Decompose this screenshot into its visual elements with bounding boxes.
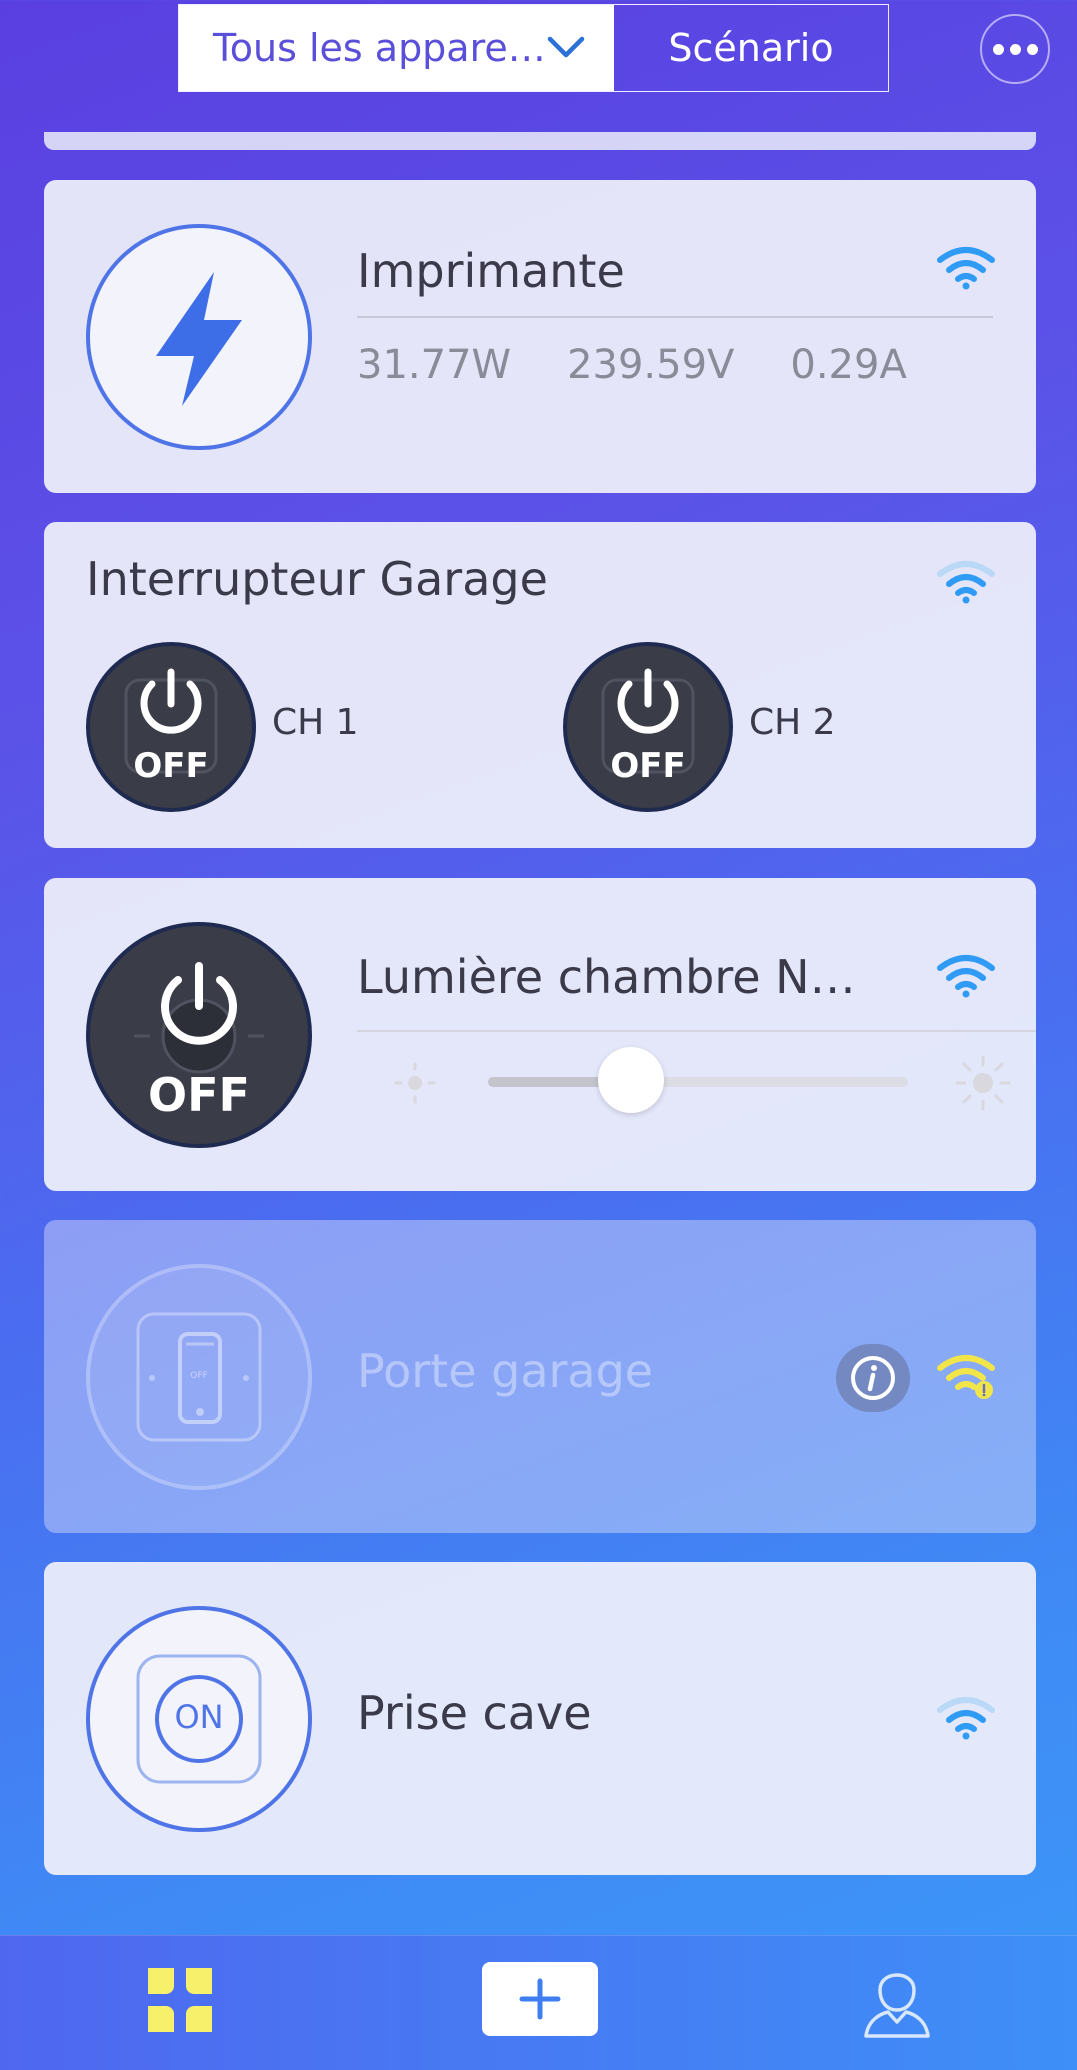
- wifi-icon: [937, 247, 995, 290]
- more-options-button[interactable]: [980, 14, 1050, 84]
- user-icon[interactable]: [860, 1960, 934, 2040]
- power-metrics: 31.77W 239.59V 0.29A: [357, 342, 907, 388]
- power-value: 31.77W: [357, 342, 512, 388]
- channel-label: CH 1: [272, 702, 359, 743]
- scenario-tab[interactable]: Scénario: [614, 5, 888, 91]
- brightness-low-icon: [394, 1062, 436, 1104]
- device-filter-dropdown[interactable]: Tous les appare…: [179, 5, 614, 91]
- chevron-down-icon: [547, 36, 585, 58]
- voltage-value: 239.59V: [567, 342, 735, 388]
- device-name: Imprimante: [357, 244, 625, 298]
- dot-icon: [1026, 43, 1038, 55]
- dot-icon: [992, 43, 1004, 55]
- bottom-tab-bar: [0, 1935, 1077, 2070]
- previous-card-edge: [44, 132, 1036, 150]
- add-device-button[interactable]: [482, 1962, 598, 2036]
- device-name: Interrupteur Garage: [86, 552, 548, 606]
- view-selector: Tous les appare… Scénario: [178, 4, 889, 92]
- wifi-icon: [937, 955, 995, 998]
- device-card-prise-cave[interactable]: ON Prise cave: [44, 1562, 1036, 1875]
- device-name: Prise cave: [357, 1686, 592, 1740]
- power-meter-button[interactable]: [86, 224, 312, 450]
- brightness-slider-handle[interactable]: [597, 1047, 664, 1113]
- device-name: Porte garage: [357, 1344, 654, 1398]
- devices-grid-icon[interactable]: [144, 1964, 216, 2036]
- lightning-bolt-icon: [156, 272, 242, 406]
- brightness-slider-track[interactable]: [488, 1077, 908, 1087]
- wifi-icon: [937, 1697, 995, 1740]
- wifi-icon: [937, 561, 995, 604]
- device-filter-label: Tous les appare…: [213, 26, 546, 70]
- door-switch-text: OFF: [190, 1371, 208, 1381]
- top-bar: Tous les appare… Scénario: [0, 0, 1077, 100]
- channel-2-toggle[interactable]: OFF: [563, 642, 733, 812]
- socket-power-toggle[interactable]: ON: [86, 1606, 312, 1832]
- channel-state: OFF: [133, 746, 209, 786]
- device-card-imprimante[interactable]: Imprimante 31.77W 239.59V 0.29A: [44, 180, 1036, 493]
- divider: [357, 316, 993, 318]
- divider: [357, 1030, 1036, 1032]
- light-power-toggle[interactable]: OFF: [86, 922, 312, 1148]
- device-name: Lumière chambre N…: [357, 950, 856, 1004]
- info-icon: [851, 1356, 895, 1400]
- device-card-interrupteur-garage[interactable]: Interrupteur Garage OFF CH 1 OFF CH 2: [44, 522, 1036, 848]
- wifi-warning-icon: [937, 1355, 995, 1399]
- socket-state: ON: [174, 1698, 224, 1736]
- channel-1-toggle[interactable]: OFF: [86, 642, 256, 812]
- scenario-label: Scénario: [668, 26, 834, 70]
- current-value: 0.29A: [790, 342, 907, 388]
- light-state: OFF: [148, 1068, 250, 1122]
- channel-state: OFF: [610, 746, 686, 786]
- info-button[interactable]: [836, 1344, 910, 1412]
- device-card-porte-garage[interactable]: OFF Porte garage: [44, 1220, 1036, 1533]
- plus-icon: [519, 1978, 561, 2020]
- dot-icon: [1009, 43, 1021, 55]
- door-switch-button[interactable]: OFF: [86, 1264, 312, 1490]
- device-card-lumiere-chambre[interactable]: OFF Lumière chambre N…: [44, 878, 1036, 1191]
- channel-label: CH 2: [749, 702, 836, 743]
- brightness-high-icon: [955, 1055, 1011, 1111]
